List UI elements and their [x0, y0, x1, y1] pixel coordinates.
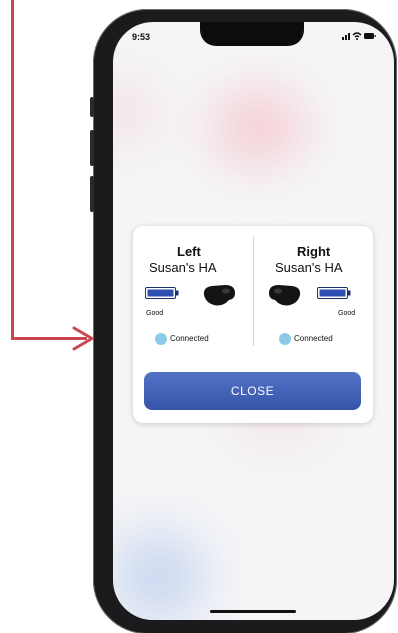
right-connection-status: Connected	[279, 330, 333, 345]
status-time: 9:53	[132, 32, 151, 42]
right-title: Right	[297, 244, 331, 259]
right-connection-label: Connected	[294, 334, 333, 344]
connected-dot-icon	[155, 332, 167, 345]
volume-up-button	[90, 130, 94, 166]
left-connection-status: Connected	[155, 330, 209, 345]
left-aid-panel: Left Susan's HA Good Connected	[133, 226, 253, 356]
background-blur	[113, 532, 203, 620]
hearing-aid-icon	[203, 285, 235, 306]
right-aid-panel: Right Susan's HA Good Connected	[253, 226, 373, 356]
close-button[interactable]: CLOSE	[144, 372, 361, 410]
background-blur	[113, 82, 153, 142]
background-blur	[213, 92, 303, 162]
left-connection-label: Connected	[170, 334, 209, 344]
left-title: Left	[177, 244, 201, 259]
signal-icon	[342, 33, 350, 40]
status-battery-icon	[364, 33, 376, 39]
connected-dot-icon	[279, 332, 291, 345]
hearing-aid-icon	[269, 285, 301, 306]
status-icons	[342, 32, 376, 40]
hearing-aid-status-dialog: Left Susan's HA Good Connected Right Sus…	[133, 226, 373, 423]
left-battery-status: Good	[146, 310, 164, 317]
battery-icon	[145, 287, 179, 299]
wifi-icon	[352, 32, 362, 40]
battery-icon	[317, 287, 351, 299]
notch	[200, 22, 304, 46]
left-device-name: Susan's HA	[149, 260, 217, 275]
right-device-name: Susan's HA	[275, 260, 343, 275]
home-indicator[interactable]	[210, 610, 296, 613]
volume-down-button	[90, 176, 94, 212]
right-battery-status: Good	[338, 310, 356, 317]
callout-arrow-line	[11, 0, 14, 340]
screenshot: 9:53 Left Susan's HA Good Connected Righ…	[0, 0, 398, 633]
silent-switch	[90, 97, 94, 117]
